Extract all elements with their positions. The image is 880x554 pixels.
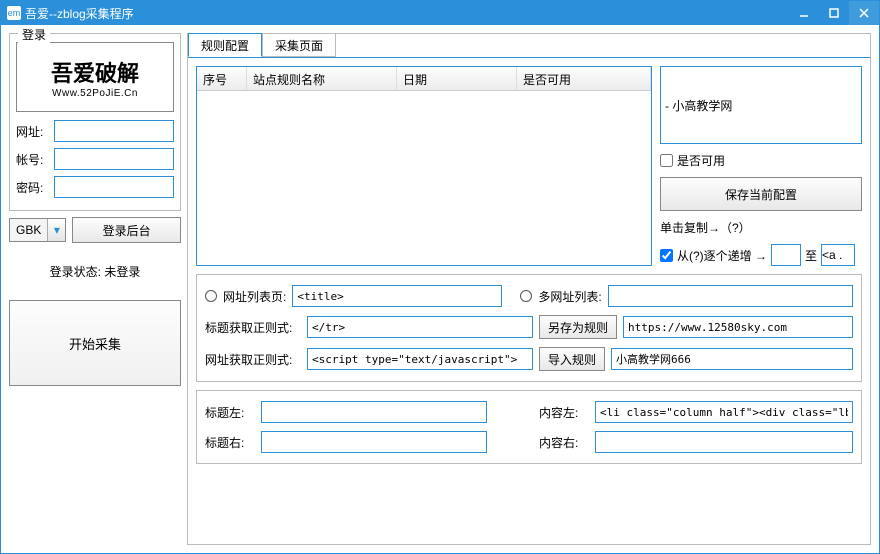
multilist-input[interactable]: [608, 285, 853, 307]
listpage-radio[interactable]: [205, 290, 217, 302]
login-status: 登录状态: 未登录: [9, 249, 181, 294]
multilist-label: 多网址列表:: [538, 288, 601, 305]
listpage-input[interactable]: [292, 285, 502, 307]
content-right-label: 内容右:: [539, 434, 589, 451]
content-left-input[interactable]: [595, 401, 853, 423]
grid-header: 序号 站点规则名称 日期 是否可用: [197, 67, 651, 91]
title-right-label: 标题右:: [205, 434, 255, 451]
title-right-input[interactable]: [261, 431, 487, 453]
increment-checkbox-input[interactable]: [660, 249, 673, 262]
url-input[interactable]: [54, 120, 174, 142]
rules-grid[interactable]: 序号 站点规则名称 日期 是否可用: [196, 66, 652, 266]
maximize-button[interactable]: [819, 1, 849, 25]
save-as-rule-button[interactable]: 另存为规则: [539, 315, 617, 339]
title-regex-label: 标题获取正则式:: [205, 319, 301, 336]
url-regex-label: 网址获取正则式:: [205, 351, 301, 368]
save-config-button[interactable]: 保存当前配置: [660, 177, 862, 211]
site-url-input[interactable]: [623, 316, 853, 338]
enable-checkbox-input[interactable]: [660, 154, 673, 167]
encoding-select[interactable]: GBK ▾: [9, 218, 66, 242]
enable-checkbox[interactable]: 是否可用: [660, 152, 862, 169]
tab-collect[interactable]: 采集页面: [262, 33, 336, 57]
app-icon: em: [7, 6, 21, 20]
site-name-input[interactable]: [611, 348, 853, 370]
login-group: 登录 吾爱破解 Www.52PoJiE.Cn 网址: 帐号: 密码:: [9, 33, 181, 211]
title-regex-input[interactable]: [307, 316, 533, 338]
minimize-button[interactable]: [789, 1, 819, 25]
col-enabled: 是否可用: [517, 67, 651, 90]
logo-url: Www.52PoJiE.Cn: [52, 88, 138, 99]
content-left-label: 内容左:: [539, 404, 589, 421]
user-input[interactable]: [54, 148, 174, 170]
logo: 吾爱破解 Www.52PoJiE.Cn: [16, 42, 174, 112]
to-label: 至: [805, 247, 817, 264]
multilist-radio[interactable]: [520, 290, 532, 302]
import-rule-button[interactable]: 导入规则: [539, 347, 605, 371]
window-title: 吾爱--zblog采集程序: [25, 5, 789, 22]
col-date: 日期: [397, 67, 517, 90]
copy-hint: 单击复制→（?）: [660, 219, 862, 236]
content-rules-section: 标题左: 内容左: 标题右: 内容右:: [196, 390, 862, 464]
rule-name-input[interactable]: [660, 66, 862, 144]
increment-to-input[interactable]: [821, 244, 855, 266]
increment-from-input[interactable]: [771, 244, 801, 266]
close-button[interactable]: [849, 1, 879, 25]
pass-input[interactable]: [54, 176, 174, 198]
encoding-value: GBK: [10, 223, 47, 237]
pass-label: 密码:: [16, 179, 50, 196]
title-left-input[interactable]: [261, 401, 487, 423]
title-left-label: 标题左:: [205, 404, 255, 421]
start-collect-button[interactable]: 开始采集: [9, 300, 181, 386]
login-legend: 登录: [18, 26, 50, 43]
logo-text: 吾爱破解: [51, 56, 139, 88]
url-label: 网址:: [16, 123, 50, 140]
listpage-label: 网址列表页:: [223, 288, 286, 305]
titlebar: em 吾爱--zblog采集程序: [1, 1, 879, 25]
enable-label: 是否可用: [677, 152, 725, 169]
tab-rules[interactable]: 规则配置: [188, 33, 262, 57]
increment-label: 从(?)逐个递增 →: [677, 247, 767, 264]
url-regex-input[interactable]: [307, 348, 533, 370]
content-right-input[interactable]: [595, 431, 853, 453]
login-button[interactable]: 登录后台: [72, 217, 181, 243]
dropdown-icon: ▾: [47, 219, 65, 241]
col-index: 序号: [197, 67, 247, 90]
col-name: 站点规则名称: [247, 67, 397, 90]
increment-checkbox[interactable]: 从(?)逐个递增 →: [660, 247, 767, 264]
user-label: 帐号:: [16, 151, 50, 168]
url-rules-section: 网址列表页: 多网址列表: 标题获取正则式: 另存为规则 网: [196, 274, 862, 382]
